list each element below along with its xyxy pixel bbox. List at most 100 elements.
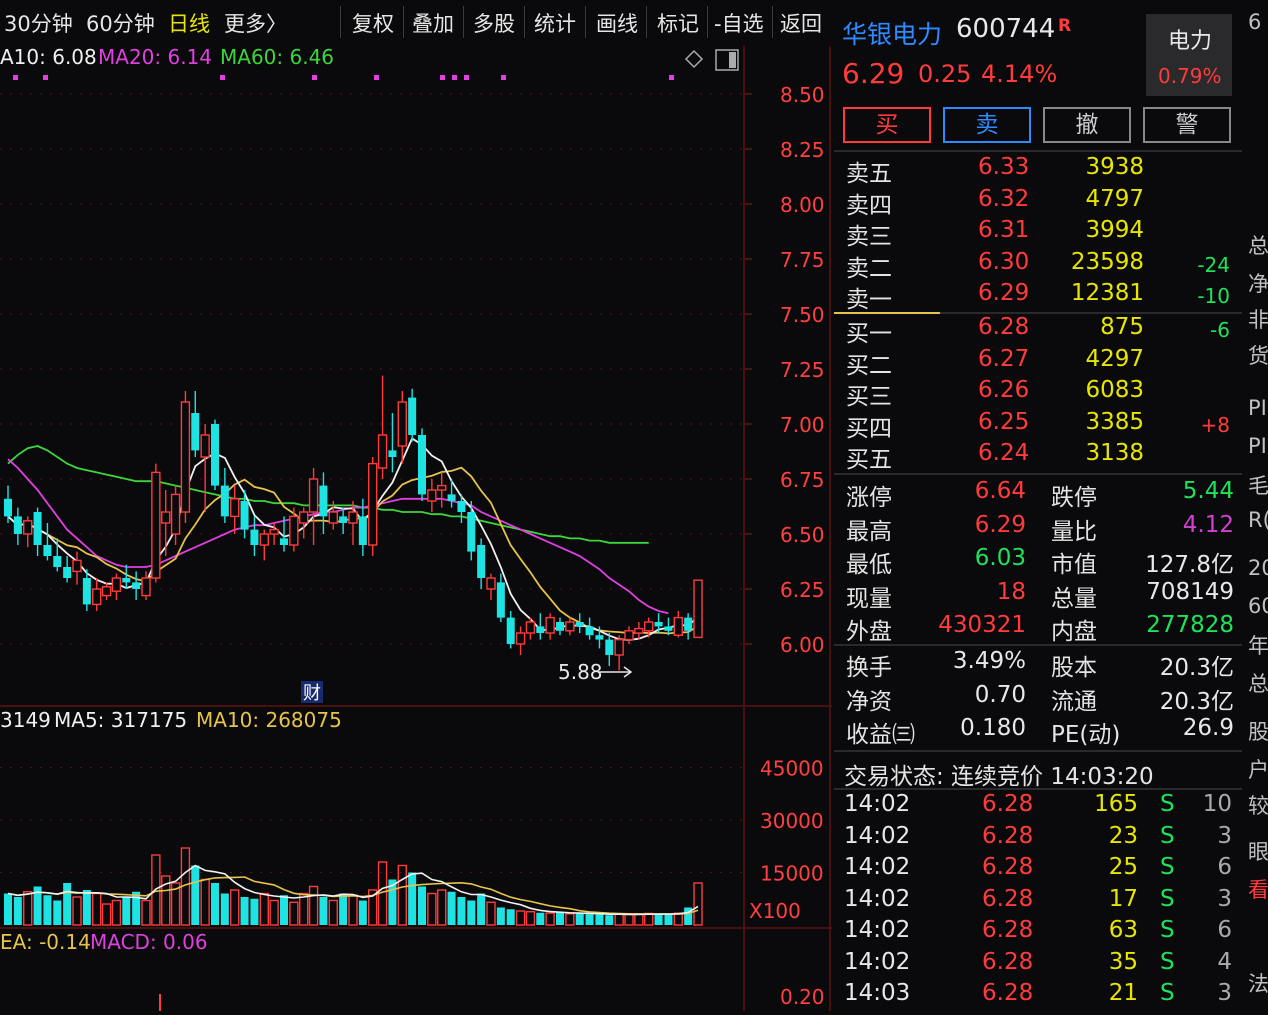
- volume-bar[interactable]: [230, 889, 240, 926]
- period-daily[interactable]: 日线: [168, 8, 210, 38]
- volume-bar[interactable]: [289, 901, 299, 926]
- candlestick[interactable]: [377, 375, 388, 479]
- candlestick[interactable]: [575, 613, 584, 633]
- bid-row[interactable]: 买一 6.28 875 -6: [834, 314, 1242, 347]
- panel-toggle-icon[interactable]: [715, 49, 739, 71]
- candlestick[interactable]: [605, 633, 614, 666]
- ask-row[interactable]: 卖二 6.30 23598 -24: [834, 249, 1242, 282]
- overlay-button[interactable]: 叠加: [412, 8, 454, 38]
- volume-bar[interactable]: [536, 912, 545, 925]
- tick-row[interactable]: 14:03 6.28 21 S 3: [834, 980, 1242, 1011]
- stock-name[interactable]: 华银电力: [842, 15, 942, 51]
- candlestick[interactable]: [151, 463, 161, 583]
- candlestick[interactable]: [486, 573, 496, 600]
- kline-chart-area[interactable]: A10: 6.08 MA20: 6.14 MA60: 6.46 8.50 8.25…: [0, 45, 832, 1011]
- ask-row[interactable]: 卖五 6.33 3938: [834, 154, 1242, 187]
- ask-row[interactable]: 卖三 6.31 3994: [834, 217, 1242, 250]
- volume-bar[interactable]: [299, 892, 309, 926]
- volume-bar[interactable]: [506, 909, 515, 925]
- volume-bar[interactable]: [565, 913, 575, 926]
- candlestick[interactable]: [418, 428, 426, 501]
- volume-bar[interactable]: [477, 893, 486, 926]
- alert-button[interactable]: 警: [1143, 107, 1231, 143]
- cancel-order-button[interactable]: 撤: [1043, 107, 1131, 143]
- candlestick[interactable]: [693, 579, 703, 639]
- candlestick[interactable]: [13, 507, 22, 545]
- volume-bar[interactable]: [427, 892, 437, 926]
- volume-bar[interactable]: [525, 911, 536, 926]
- volume-bar[interactable]: [319, 897, 328, 925]
- tick-row[interactable]: 14:02 6.28 165 S 10: [834, 791, 1242, 822]
- volume-bar[interactable]: [200, 878, 210, 926]
- candlestick[interactable]: [556, 617, 564, 636]
- candlestick[interactable]: [388, 413, 397, 473]
- candlestick[interactable]: [408, 388, 417, 442]
- volume-bar[interactable]: [92, 892, 102, 926]
- bid-row[interactable]: 买四 6.25 3385 +8: [834, 409, 1242, 442]
- candlestick[interactable]: [191, 391, 200, 457]
- volume-bar[interactable]: [82, 890, 91, 925]
- candlestick[interactable]: [427, 479, 437, 512]
- candlestick[interactable]: [585, 617, 594, 640]
- volume-bar[interactable]: [644, 912, 654, 926]
- candlestick[interactable]: [101, 582, 112, 600]
- volume-bar[interactable]: [397, 864, 407, 926]
- candlestick[interactable]: [4, 485, 12, 523]
- candlestick[interactable]: [447, 479, 456, 508]
- tick-row[interactable]: 14:02 6.28 23 S 3: [834, 823, 1242, 854]
- candlestick[interactable]: [654, 613, 663, 633]
- volume-bar[interactable]: [664, 913, 673, 925]
- volume-bar[interactable]: [13, 897, 22, 925]
- financial-report-badge[interactable]: 财: [301, 681, 323, 704]
- volume-bar[interactable]: [467, 900, 476, 926]
- candlestick[interactable]: [72, 551, 82, 585]
- volume-bar[interactable]: [486, 901, 496, 926]
- mark-button[interactable]: 标记: [657, 8, 699, 38]
- candlestick[interactable]: [308, 468, 319, 545]
- volume-bar[interactable]: [101, 903, 112, 926]
- volume-bar[interactable]: [358, 900, 367, 926]
- kline-chart[interactable]: A10: 6.08 MA20: 6.14 MA60: 6.46 8.50 8.25…: [0, 45, 832, 1011]
- statistics-button[interactable]: 统计: [534, 8, 576, 38]
- volume-bar[interactable]: [693, 882, 703, 926]
- volume-bar[interactable]: [53, 900, 62, 926]
- bid-row[interactable]: 买五 6.24 3138: [834, 440, 1242, 473]
- candlestick[interactable]: [614, 635, 624, 671]
- candlestick[interactable]: [515, 626, 526, 655]
- candlestick[interactable]: [319, 472, 328, 534]
- volume-bar[interactable]: [496, 907, 505, 926]
- candlestick[interactable]: [467, 501, 476, 561]
- volume-bar[interactable]: [220, 893, 229, 926]
- period-more[interactable]: 更多〉: [224, 8, 287, 38]
- candlestick[interactable]: [250, 516, 259, 556]
- bid-row[interactable]: 买三 6.26 6083: [834, 377, 1242, 410]
- candlestick[interactable]: [368, 457, 378, 556]
- candlestick[interactable]: [111, 573, 122, 600]
- volume-bar[interactable]: [585, 914, 594, 925]
- volume-bar[interactable]: [515, 910, 526, 926]
- volume-bar[interactable]: [595, 914, 604, 926]
- volume-bar[interactable]: [111, 899, 122, 926]
- tick-row[interactable]: 14:02 6.28 25 S 6: [834, 854, 1242, 885]
- volume-bar[interactable]: [605, 915, 614, 925]
- volume-bar[interactable]: [545, 912, 555, 926]
- candlestick[interactable]: [259, 529, 269, 561]
- sector-box[interactable]: 电力 0.79%: [1146, 14, 1232, 96]
- volume-bar[interactable]: [457, 897, 466, 925]
- volume-bar[interactable]: [437, 889, 447, 926]
- candlestick[interactable]: [624, 626, 634, 644]
- candlestick[interactable]: [684, 613, 693, 640]
- volume-bar[interactable]: [211, 883, 219, 925]
- volume-bar[interactable]: [556, 912, 564, 925]
- volume-bar[interactable]: [308, 885, 319, 926]
- volume-bar[interactable]: [240, 897, 249, 925]
- period-30min[interactable]: 30分钟: [4, 8, 73, 38]
- candlestick[interactable]: [53, 538, 62, 572]
- candlestick[interactable]: [43, 523, 52, 561]
- volume-bar[interactable]: [339, 893, 348, 926]
- candlestick[interactable]: [506, 611, 515, 649]
- volume-bar[interactable]: [72, 896, 82, 926]
- candlestick[interactable]: [496, 573, 505, 622]
- candlestick[interactable]: [545, 613, 555, 640]
- restore-rights-button[interactable]: 复权: [352, 8, 394, 38]
